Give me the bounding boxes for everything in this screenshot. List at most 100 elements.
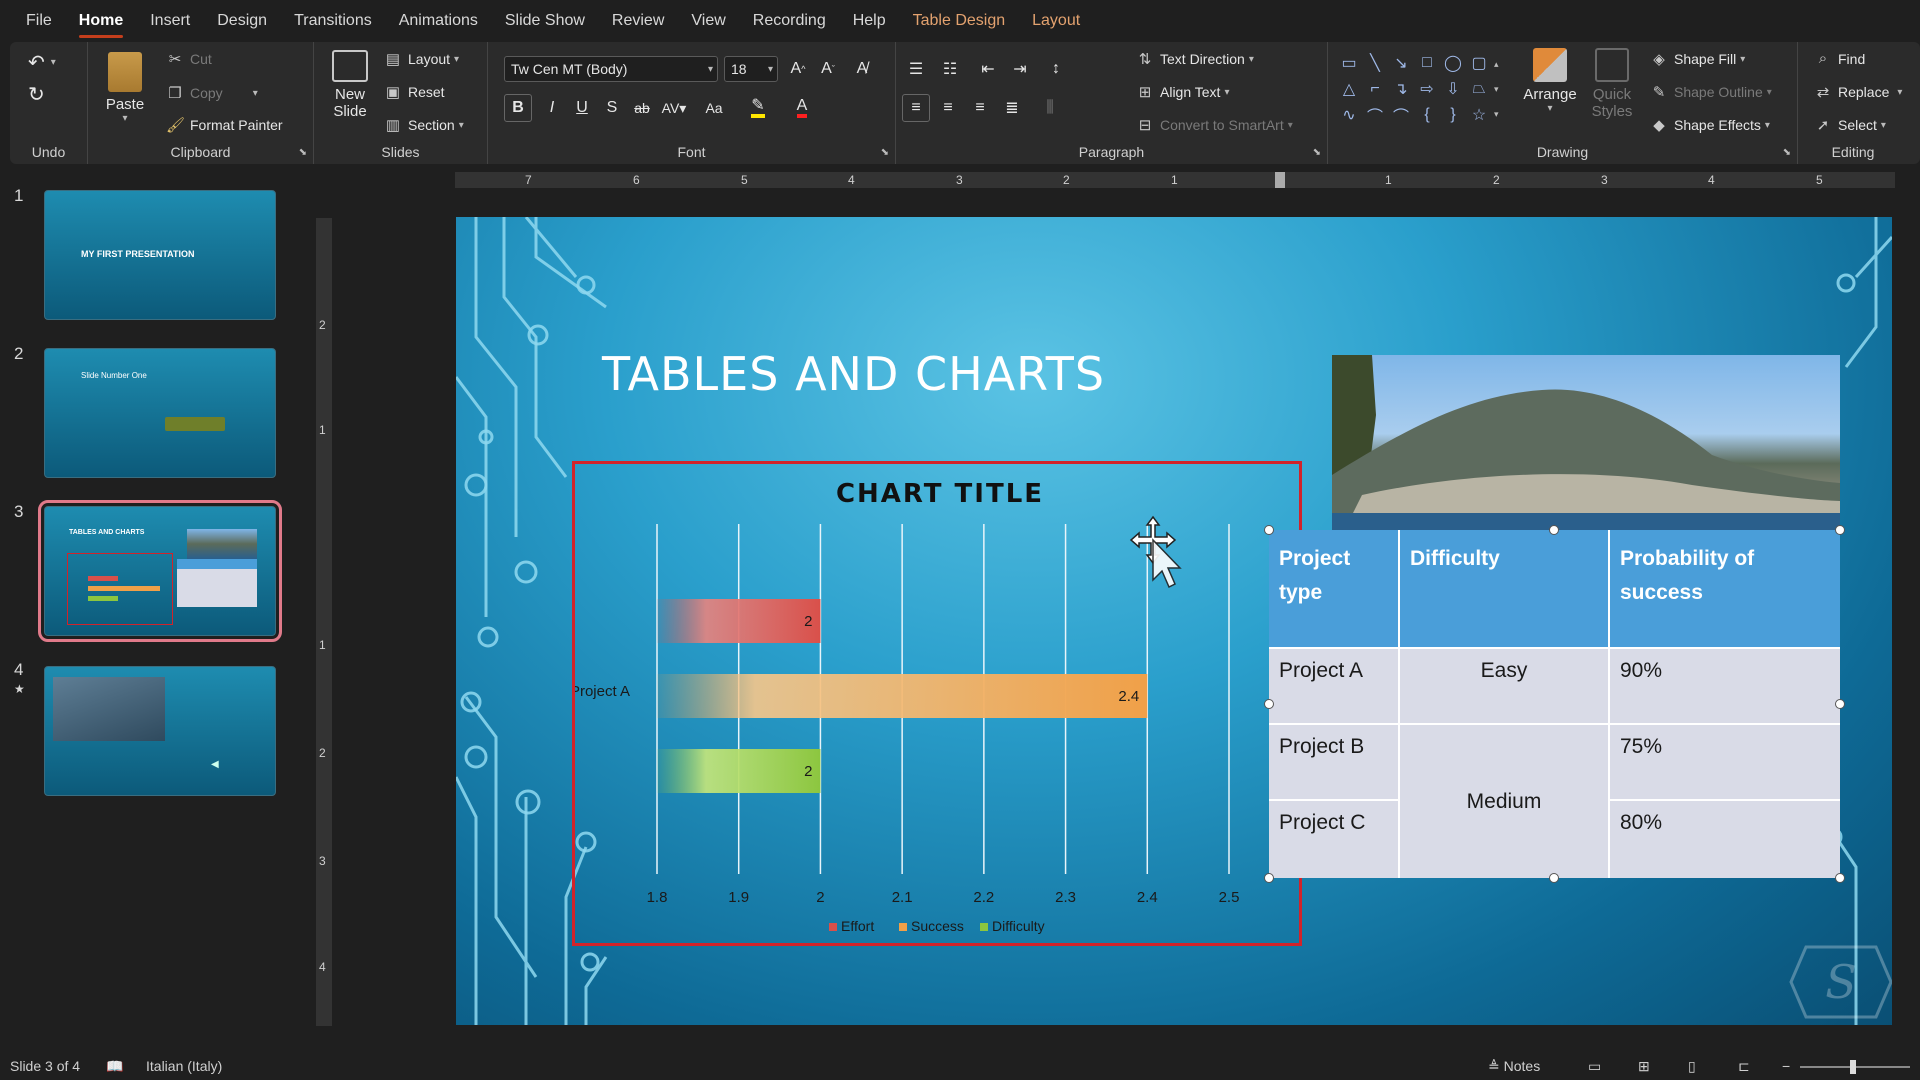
section-button[interactable]: ▥ Section ▾ <box>384 116 464 134</box>
undo-icon[interactable]: ↶ ▾ <box>28 50 56 75</box>
tab-review[interactable]: Review <box>612 4 664 38</box>
tab-recording[interactable]: Recording <box>753 4 826 38</box>
slide-title[interactable]: TABLES AND CHARTS <box>602 347 1105 401</box>
font-color-icon[interactable]: A <box>788 94 816 122</box>
left-brace-shape-icon[interactable]: { <box>1416 104 1438 126</box>
line-shape-icon[interactable]: ╲ <box>1364 52 1386 74</box>
right-brace-shape-icon[interactable]: } <box>1442 104 1464 126</box>
strikethrough-button[interactable]: ab <box>628 94 656 122</box>
columns-icon[interactable]: ⫼ <box>1036 94 1064 122</box>
align-left-icon[interactable]: ≡ <box>902 94 930 122</box>
resize-handle[interactable] <box>1549 873 1559 883</box>
tab-help[interactable]: Help <box>853 4 886 38</box>
shape-outline-button[interactable]: ✎ Shape Outline ▾ <box>1650 83 1772 101</box>
tab-table-design[interactable]: Table Design <box>913 4 1006 38</box>
justify-icon[interactable]: ≣ <box>998 94 1026 122</box>
vertical-ruler[interactable]: 2 1 1 2 3 4 <box>316 218 332 1026</box>
resize-handle[interactable] <box>1835 699 1845 709</box>
tab-transitions[interactable]: Transitions <box>294 4 372 38</box>
slide-thumbnail-3[interactable]: TABLES AND CHARTS <box>38 500 282 642</box>
tab-layout[interactable]: Layout <box>1032 4 1080 38</box>
normal-view-icon[interactable]: ▭ <box>1588 1058 1601 1075</box>
indent-marker[interactable] <box>1275 172 1285 188</box>
quick-styles-button[interactable]: Quick Styles <box>1582 48 1642 120</box>
tab-animations[interactable]: Animations <box>399 4 478 38</box>
slide-sorter-icon[interactable]: ⊞ <box>1638 1058 1650 1075</box>
header-project-type[interactable]: Project type <box>1269 530 1400 648</box>
curve-shape-icon[interactable]: ⌒ <box>1390 104 1412 126</box>
horizontal-ruler[interactable]: 7 6 5 4 3 2 1 1 2 3 4 5 <box>455 172 1895 188</box>
resize-handle[interactable] <box>1549 525 1559 535</box>
bold-button[interactable]: B <box>504 94 532 122</box>
zoom-slider-thumb[interactable] <box>1850 1060 1856 1074</box>
decrease-indent-icon[interactable]: ⇤ <box>974 55 1002 83</box>
arc-shape-icon[interactable]: ⌒ <box>1364 104 1386 126</box>
drawing-launcher-icon[interactable]: ⬊ <box>1783 147 1791 158</box>
textbox-shape-icon[interactable]: ▭ <box>1338 52 1360 74</box>
align-text-button[interactable]: ⊞ Align Text ▾ <box>1136 83 1230 101</box>
underline-button[interactable]: U <box>568 94 596 122</box>
bar-difficulty[interactable] <box>657 749 821 793</box>
tab-insert[interactable]: Insert <box>150 4 190 38</box>
reading-view-icon[interactable]: ▯ <box>1688 1058 1696 1075</box>
find-button[interactable]: ⌕ Find <box>1814 50 1865 67</box>
align-right-icon[interactable]: ≡ <box>966 94 994 122</box>
cell-probability-a[interactable]: 90% <box>1609 647 1840 724</box>
cell-probability-c[interactable]: 80% <box>1609 799 1840 878</box>
gallery-scroll-icon[interactable]: ▴ ▾ ▾ <box>1494 52 1506 128</box>
font-name-combo[interactable]: Tw Cen MT (Body) ▾ <box>504 56 718 82</box>
align-center-icon[interactable]: ≡ <box>934 94 962 122</box>
rounded-rect-shape-icon[interactable]: ▢ <box>1468 52 1490 74</box>
slide-thumbnail-1[interactable]: MY FIRST PRESENTATION <box>44 190 276 320</box>
slide-counter[interactable]: Slide 3 of 4 <box>10 1058 80 1074</box>
cut-button[interactable]: ✂ Cut <box>166 50 212 68</box>
accessibility-icon[interactable]: 📖 <box>106 1058 123 1075</box>
resize-handle[interactable] <box>1264 699 1274 709</box>
tab-design[interactable]: Design <box>217 4 267 38</box>
language-indicator[interactable]: Italian (Italy) <box>146 1058 222 1074</box>
flowchart-shape-icon[interactable]: ⏢ <box>1468 78 1490 100</box>
coastal-photo[interactable] <box>1332 355 1840 530</box>
layout-button[interactable]: ▤ Layout ▾ <box>384 50 459 68</box>
cell-project-a[interactable]: Project A <box>1269 647 1400 724</box>
reset-button[interactable]: ▣ Reset <box>384 83 445 101</box>
shadow-button[interactable]: S <box>598 94 626 122</box>
data-table[interactable]: Project type Difficulty Probability of s… <box>1264 525 1845 883</box>
arrow-line-shape-icon[interactable]: ↘ <box>1390 52 1412 74</box>
cell-difficulty-medium[interactable]: Medium <box>1399 723 1610 878</box>
right-arrow-shape-icon[interactable]: ⇨ <box>1416 78 1438 100</box>
increase-indent-icon[interactable]: ⇥ <box>1006 55 1034 83</box>
paragraph-launcher-icon[interactable]: ⬊ <box>1313 147 1321 158</box>
elbow-arrow-shape-icon[interactable]: ↴ <box>1390 78 1412 100</box>
decrease-font-icon[interactable]: Aˇ <box>814 55 842 83</box>
tab-view[interactable]: View <box>691 4 725 38</box>
tab-file[interactable]: File <box>26 4 52 38</box>
text-direction-button[interactable]: ⇅ Text Direction ▾ <box>1136 50 1254 68</box>
bar-effort[interactable] <box>657 599 821 643</box>
highlight-icon[interactable]: ✎ <box>744 94 772 122</box>
elbow-connector-shape-icon[interactable]: ⌐ <box>1364 78 1386 100</box>
cell-difficulty-easy[interactable]: Easy <box>1399 647 1610 724</box>
shape-fill-button[interactable]: ◈ Shape Fill ▾ <box>1650 50 1745 68</box>
cell-project-b[interactable]: Project B <box>1269 723 1400 800</box>
shapes-gallery[interactable]: ▭ ╲ ↘ □ ◯ ▢ △ ⌐ ↴ ⇨ ⇩ ⏢ ∿ ⌒ ⌒ { } ☆ ▴ ▾ ▾ <box>1338 52 1508 132</box>
replace-button[interactable]: ⇄ Replace ▾ <box>1814 83 1903 101</box>
tab-home[interactable]: Home <box>78 4 124 38</box>
slide-canvas[interactable]: TABLES AND CHARTS CHART TITLE 2 2.4 2 1.… <box>456 217 1892 1025</box>
notes-button[interactable]: ≜ Notes <box>1488 1058 1540 1075</box>
header-difficulty[interactable]: Difficulty <box>1399 530 1610 648</box>
clipboard-launcher-icon[interactable]: ⬊ <box>299 147 307 158</box>
font-size-combo[interactable]: 18 ▾ <box>724 56 778 82</box>
clear-formatting-icon[interactable]: A̸ <box>848 55 876 83</box>
numbering-icon[interactable]: ☷ <box>936 55 964 83</box>
copy-button[interactable]: ❐ Copy ▾ <box>166 84 257 102</box>
star-shape-icon[interactable]: ☆ <box>1468 104 1490 126</box>
increase-font-icon[interactable]: A ^ <box>784 55 812 83</box>
zoom-slider[interactable] <box>1800 1060 1910 1074</box>
slide-thumbnail-4[interactable]: ◀ <box>44 666 276 796</box>
font-launcher-icon[interactable]: ⬊ <box>881 147 889 158</box>
header-probability[interactable]: Probability of success <box>1609 530 1840 648</box>
zoom-out-icon[interactable]: − <box>1782 1058 1790 1074</box>
slideshow-view-icon[interactable]: ⊏ <box>1738 1058 1750 1075</box>
tab-slide-show[interactable]: Slide Show <box>505 4 585 38</box>
